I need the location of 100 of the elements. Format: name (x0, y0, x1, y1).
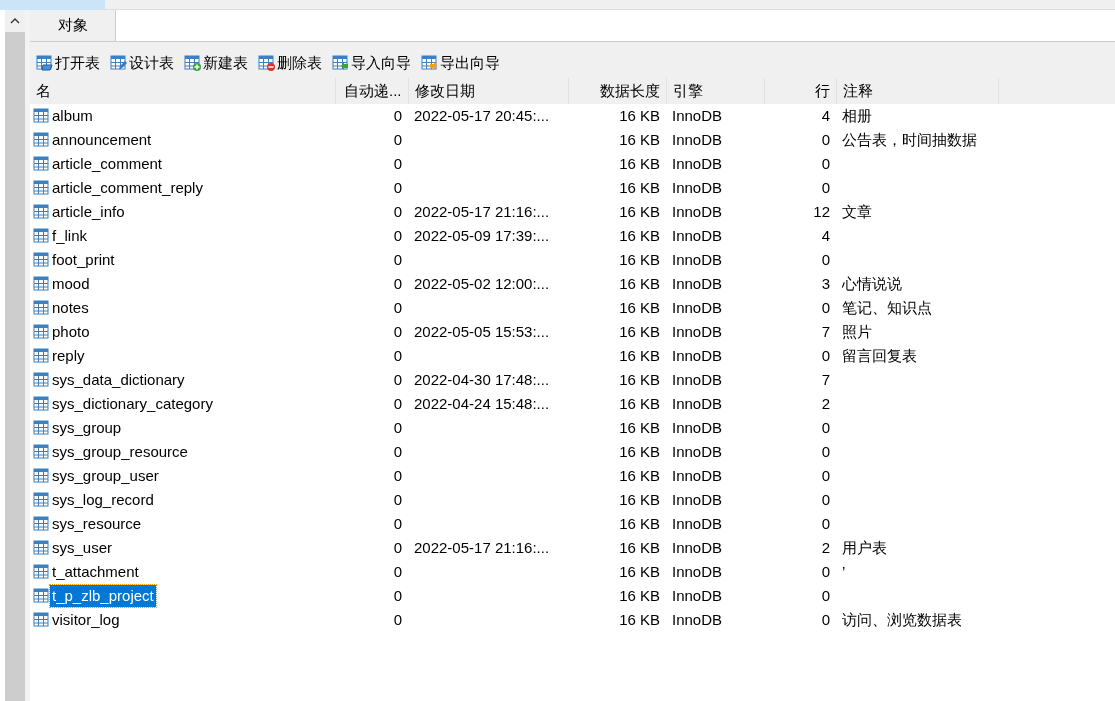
table-name[interactable]: reply (50, 344, 87, 368)
table-name[interactable]: photo (50, 320, 92, 344)
table-icon (33, 468, 50, 484)
table-icon (33, 276, 50, 292)
toolbar-button[interactable]: 设计表 (108, 51, 176, 75)
toolbar-button[interactable]: 新建表 (182, 51, 250, 75)
table-name[interactable]: sys_data_dictionary (50, 368, 187, 392)
table-cell: 16 KB (619, 154, 660, 172)
column-header[interactable]: 名 (30, 78, 335, 104)
table-cell: 0 (393, 226, 402, 244)
table-cell: InnoDB (672, 226, 723, 244)
table-cell: 2022-05-02 12:00:... (414, 274, 550, 292)
table-cell: 0 (821, 130, 830, 148)
table-name[interactable]: sys_group_resource (50, 440, 190, 464)
table-cell: InnoDB (672, 586, 723, 604)
table-name[interactable]: notes (50, 296, 91, 320)
table-cell: 0 (393, 130, 402, 148)
table-name[interactable]: t_p_zlb_project (50, 584, 156, 608)
table-pencil-icon (110, 55, 127, 71)
table-cell: 16 KB (619, 250, 660, 268)
column-header[interactable]: 行 (764, 78, 836, 104)
table-cell: 4 (821, 226, 830, 244)
table-cell: 16 KB (619, 466, 660, 484)
table-cell: 2022-05-17 21:16:... (414, 538, 550, 556)
table-icon (33, 300, 50, 316)
scroll-up-icon[interactable] (10, 18, 20, 24)
table-cell: 0 (393, 250, 402, 268)
table-icon (33, 492, 50, 508)
table-cell: 用户表 (842, 538, 887, 556)
column-header[interactable]: 引擎 (666, 78, 764, 104)
table-icon (33, 420, 50, 436)
table-cell: 0 (393, 442, 402, 460)
table-cell: 0 (393, 106, 402, 124)
table-plus-icon (184, 55, 201, 71)
table-icon (33, 540, 50, 556)
toolbar-button[interactable]: 删除表 (256, 51, 324, 75)
table-name[interactable]: visitor_log (50, 608, 122, 632)
table-arrow-icon (421, 55, 438, 71)
table-cell: 16 KB (619, 538, 660, 556)
table-icon (33, 612, 50, 628)
table-cell: 0 (821, 466, 830, 484)
table-arrow-icon (332, 55, 349, 71)
table-cell: 7 (821, 370, 830, 388)
table-cell: 0 (821, 514, 830, 532)
table-name[interactable]: article_comment_reply (50, 176, 205, 200)
table-name[interactable]: sys_dictionary_category (50, 392, 215, 416)
tab[interactable]: 对象 (30, 10, 116, 41)
toolbar-button[interactable]: 导出向导 (419, 51, 502, 75)
table-name[interactable]: sys_user (50, 536, 115, 560)
table-cell: 0 (821, 178, 830, 196)
table-name[interactable]: foot_print (50, 248, 117, 272)
column-header[interactable]: 修改日期 (408, 78, 568, 104)
scrollbar-thumb[interactable] (5, 32, 25, 701)
table-cell: 16 KB (619, 130, 660, 148)
table-cell: InnoDB (672, 514, 723, 532)
table-cell: 16 KB (619, 178, 660, 196)
table-name[interactable]: sys_log_record (50, 488, 156, 512)
toolbar-button[interactable]: 打开表 (34, 51, 102, 75)
table-name[interactable]: t_attachment (50, 560, 141, 584)
table-icon (33, 228, 50, 244)
table-cell: 2 (821, 538, 830, 556)
table-name[interactable]: f_link (50, 224, 90, 248)
table-icon (33, 444, 50, 460)
table-cell: InnoDB (672, 442, 723, 460)
table-cell: 4 (821, 106, 830, 124)
table-cell: InnoDB (672, 322, 723, 340)
table-cell: InnoDB (672, 370, 723, 388)
table-name[interactable]: sys_group (50, 416, 124, 440)
table-cell: 0 (393, 538, 402, 556)
table-cell: 0 (821, 562, 830, 580)
table-cell: 16 KB (619, 394, 660, 412)
table-cell: 2022-05-05 15:53:... (414, 322, 550, 340)
table-cell: ’ (842, 562, 846, 580)
table-cell: 16 KB (619, 322, 660, 340)
table-icon (33, 132, 50, 148)
table-name[interactable]: mood (50, 272, 92, 296)
table-icon (33, 108, 50, 124)
table-name[interactable]: album (50, 104, 95, 128)
table-cell: InnoDB (672, 106, 723, 124)
table-cell: 公告表，时间抽数据 (842, 130, 977, 148)
table-cell: 16 KB (619, 418, 660, 436)
table-cell: 12 (813, 202, 830, 220)
column-header[interactable]: 自动递... (335, 78, 408, 104)
table-name[interactable]: sys_group_user (50, 464, 161, 488)
table-cell: 3 (821, 274, 830, 292)
column-header[interactable]: 注释 (836, 78, 998, 104)
table-cell: 16 KB (619, 562, 660, 580)
table-cell: 留言回复表 (842, 346, 917, 364)
table-name[interactable]: announcement (50, 128, 154, 152)
toolbar-button[interactable]: 导入向导 (330, 51, 413, 75)
table-cell: InnoDB (672, 202, 723, 220)
table-cell: InnoDB (672, 346, 723, 364)
table-name[interactable]: article_comment (50, 152, 165, 176)
column-header[interactable]: 数据长度 (568, 78, 666, 104)
table-cell: 0 (393, 562, 402, 580)
table-name[interactable]: sys_resource (50, 512, 144, 536)
table-icon (33, 324, 50, 340)
table-icon (33, 156, 50, 172)
table-cell: 0 (393, 514, 402, 532)
table-name[interactable]: article_info (50, 200, 127, 224)
